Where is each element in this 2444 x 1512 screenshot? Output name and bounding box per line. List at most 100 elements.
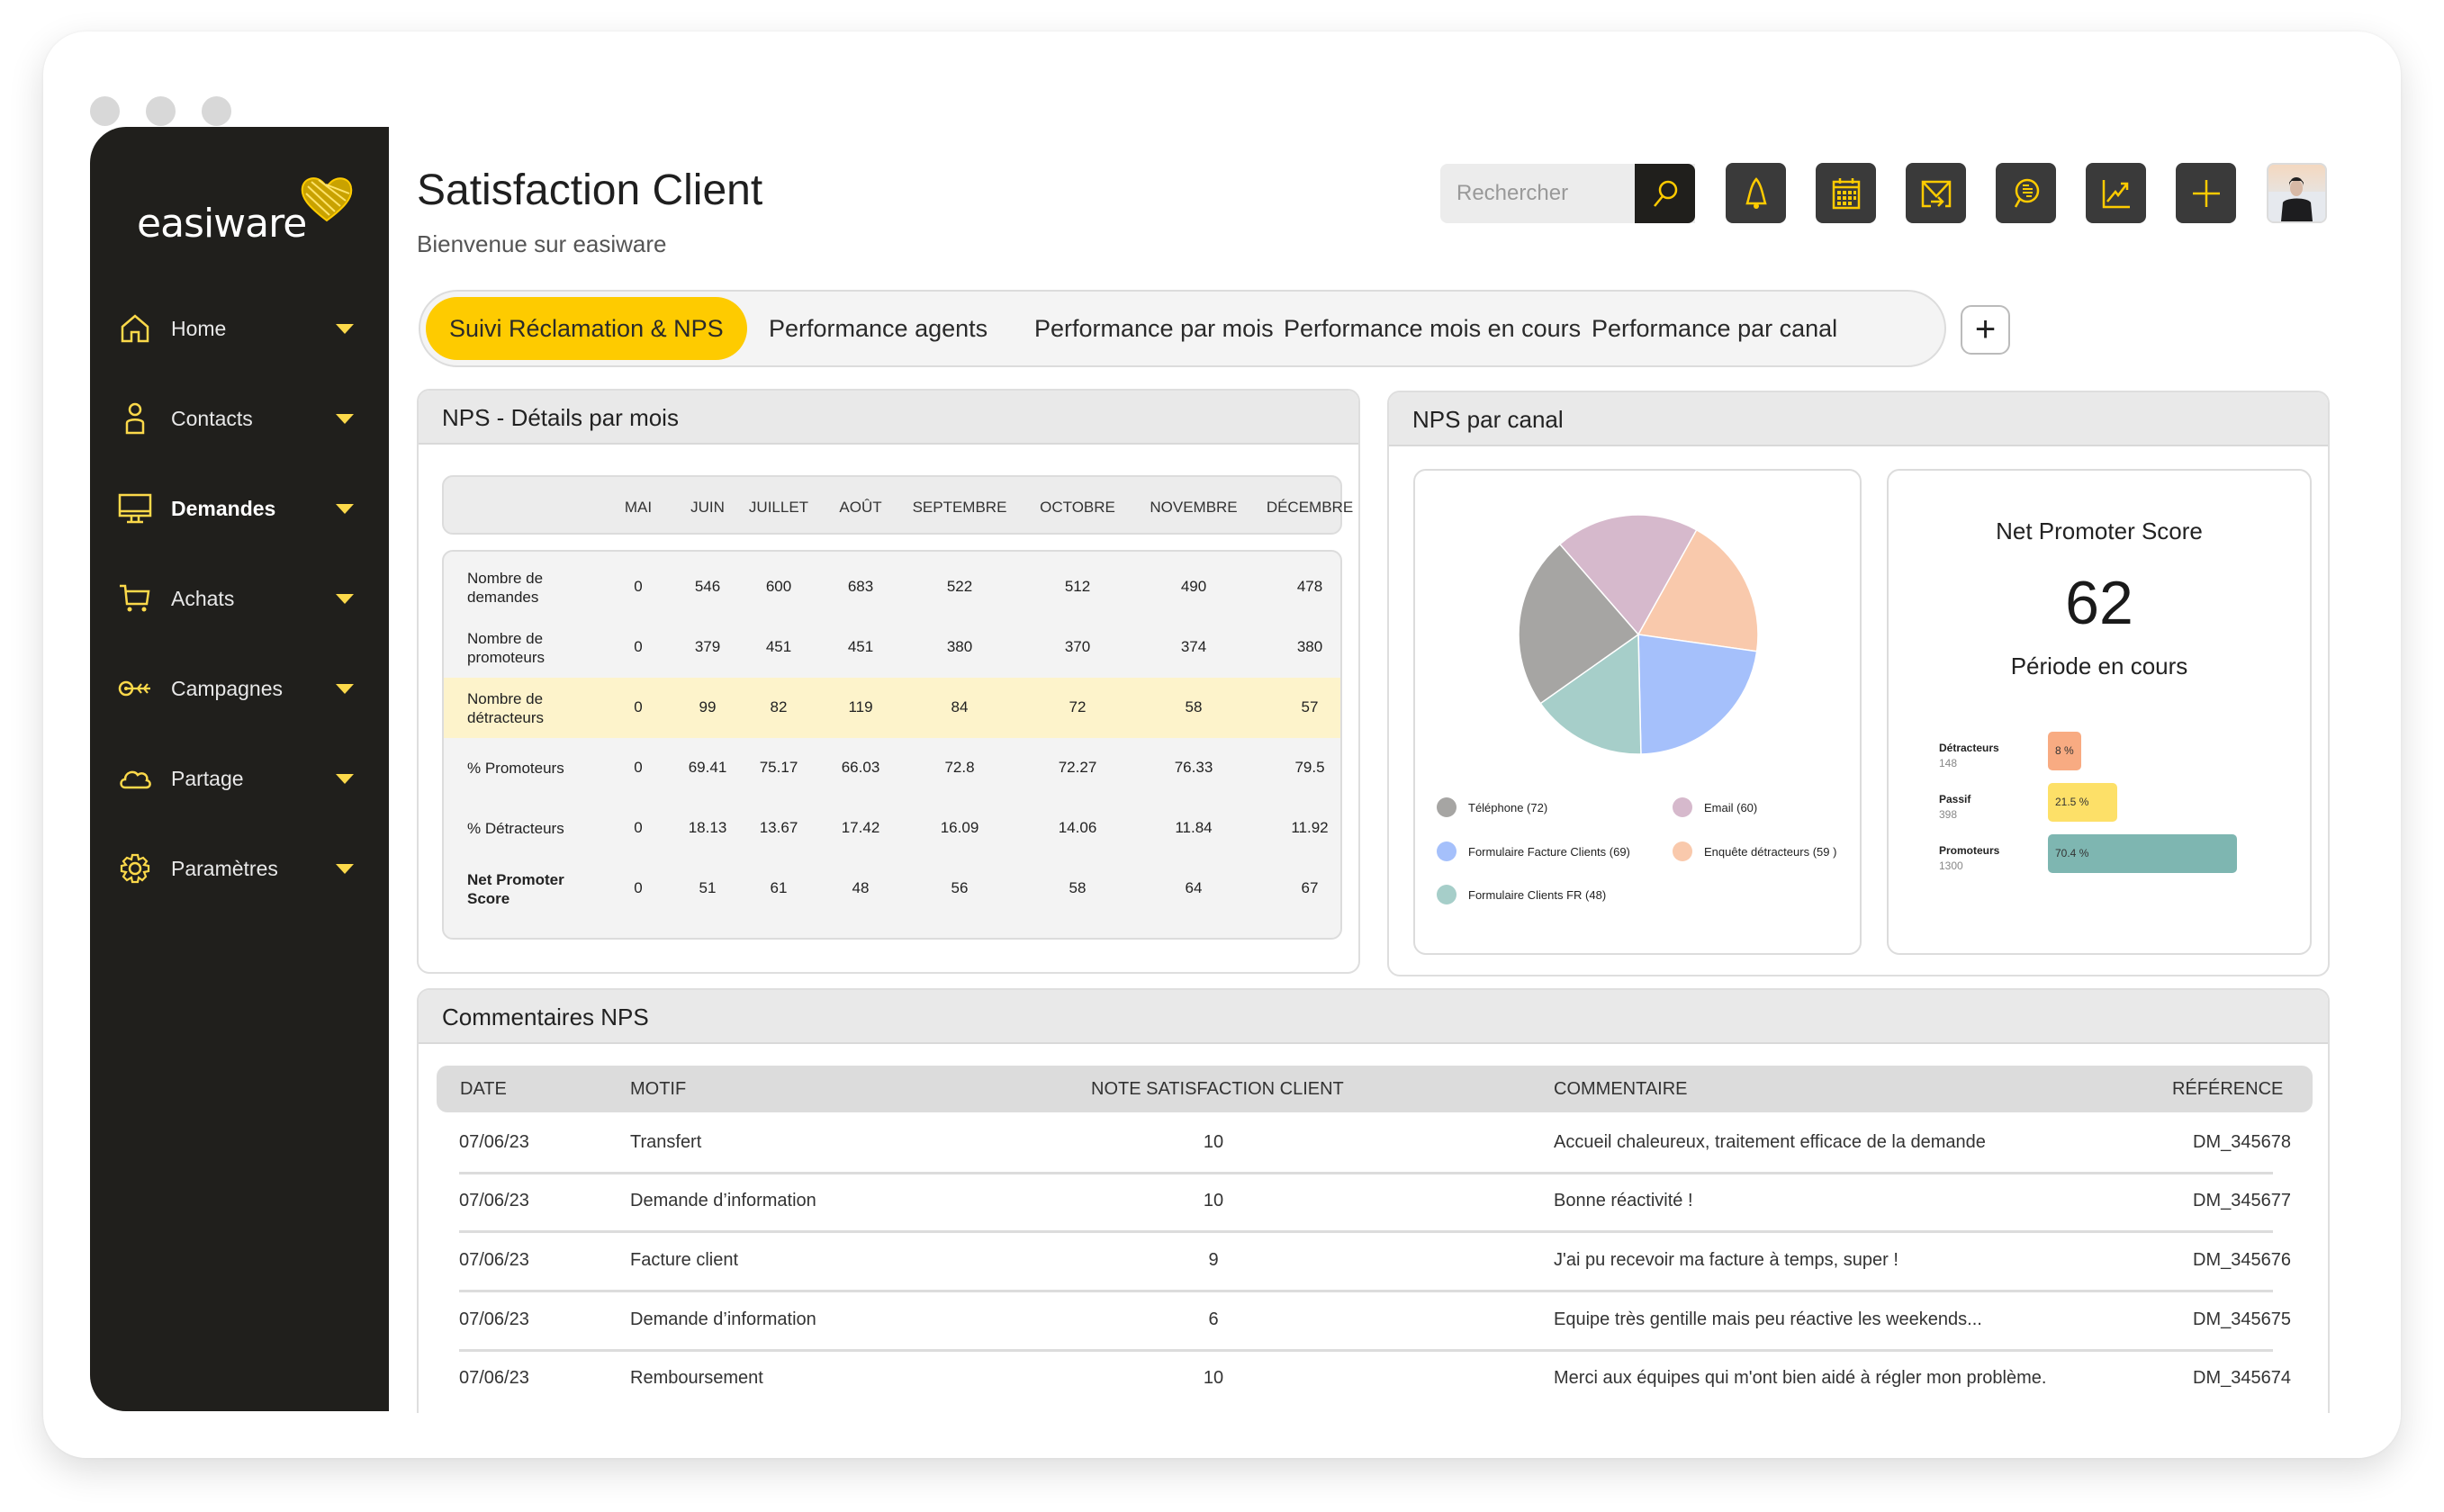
cell-note: 6 — [1208, 1310, 1218, 1330]
sidebar-item-partage[interactable]: Partage — [90, 742, 389, 814]
calendar-icon — [1831, 176, 1862, 211]
target-arrow-icon — [117, 670, 153, 706]
chevron-down-icon[interactable] — [336, 504, 354, 514]
table-cell: 58 — [1186, 698, 1203, 716]
cloud-icon — [117, 760, 153, 796]
sidebar-item-achats[interactable]: Achats — [90, 562, 389, 634]
table-cell: 75.17 — [760, 759, 798, 777]
cell-motif: Remboursement — [630, 1368, 763, 1389]
cell-reference[interactable]: DM_345678 — [2193, 1132, 2291, 1153]
legend-item-formulaire-facture: Formulaire Facture Clients (69) — [1437, 842, 1630, 861]
chart-trend-icon — [2100, 177, 2133, 210]
statistics-button[interactable] — [2086, 163, 2146, 223]
table-cell: 72 — [1069, 698, 1087, 716]
chat-button[interactable] — [1996, 163, 2056, 223]
column-header-commentaire[interactable]: COMMENTAIRE — [1554, 1079, 1688, 1100]
mail-button[interactable] — [1906, 163, 1966, 223]
bar-count: 398 — [1939, 808, 1957, 821]
column-header-motif[interactable]: MOTIF — [630, 1079, 686, 1100]
sidebar-item-campagnes[interactable]: Campagnes — [90, 652, 389, 724]
tab-suivi-reclamation-nps[interactable]: Suivi Réclamation & NPS — [426, 297, 747, 360]
table-cell: 0 — [634, 638, 642, 656]
table-cell: 683 — [848, 578, 873, 596]
chevron-down-icon[interactable] — [336, 414, 354, 424]
table-cell: 119 — [848, 698, 872, 716]
bar-count: 148 — [1939, 757, 1957, 770]
sidebar-item-label: Demandes — [171, 497, 275, 521]
notifications-button[interactable] — [1726, 163, 1786, 223]
chevron-down-icon[interactable] — [336, 594, 354, 604]
table-cell: 370 — [1065, 638, 1090, 656]
cell-reference[interactable]: DM_345674 — [2193, 1368, 2291, 1389]
window-dot-close[interactable] — [90, 96, 120, 126]
row-label-line: Net Promoter — [467, 870, 564, 889]
search-button[interactable] — [1635, 164, 1695, 223]
table-row: % Promoteurs069.4175.1766.0372.872.2776.… — [444, 738, 1342, 798]
table-row: Nombre dedemandes0546600683522512490478 — [444, 557, 1342, 617]
tab-performance-agents[interactable]: Performance agents — [769, 297, 988, 360]
table-cell: 380 — [947, 638, 972, 656]
chevron-down-icon[interactable] — [336, 684, 354, 694]
chevron-down-icon[interactable] — [336, 774, 354, 784]
row-label-line: Nombre de — [467, 569, 543, 588]
gear-icon — [117, 850, 153, 886]
window-dot-minimize[interactable] — [146, 96, 176, 126]
chevron-down-icon[interactable] — [336, 864, 354, 874]
legend-label: Email (60) — [1704, 801, 1757, 814]
table-cell: 380 — [1297, 638, 1322, 656]
cell-reference[interactable]: DM_345675 — [2193, 1310, 2291, 1330]
table-cell: 69.41 — [689, 759, 727, 777]
tab-performance-mois-en-cours[interactable]: Performance mois en cours — [1284, 297, 1581, 360]
cell-reference[interactable]: DM_345676 — [2193, 1250, 2291, 1271]
pie-chart — [1415, 471, 1863, 768]
column-header: OCTOBRE — [1040, 499, 1115, 517]
user-avatar[interactable] — [2267, 163, 2327, 223]
table-cell: 478 — [1297, 578, 1322, 596]
row-label-line: % Promoteurs — [467, 759, 564, 778]
row-label-line: Nombre de — [467, 629, 545, 648]
row-label-line: détracteurs — [467, 708, 544, 727]
legend-swatch — [1437, 842, 1456, 861]
calendar-button[interactable] — [1816, 163, 1876, 223]
sidebar-item-home[interactable]: Home — [90, 292, 389, 364]
table-cell: 72.27 — [1059, 759, 1097, 777]
sidebar-item-label: Home — [171, 317, 226, 341]
table-cell: 11.84 — [1175, 819, 1212, 837]
sidebar-item-label: Contacts — [171, 407, 253, 431]
cell-motif: Transfert — [630, 1132, 701, 1153]
sidebar-item-demandes[interactable]: Demandes — [90, 472, 389, 544]
cell-motif: Facture client — [630, 1250, 738, 1271]
add-button[interactable] — [2176, 163, 2236, 223]
add-tab-button[interactable]: + — [1961, 305, 2010, 355]
column-header-date[interactable]: DATE — [460, 1079, 507, 1100]
table-cell: 82 — [771, 698, 788, 716]
tab-performance-par-canal[interactable]: Performance par canal — [1592, 297, 1837, 360]
sidebar-item-parametres[interactable]: Paramètres — [90, 832, 389, 904]
table-cell: 76.33 — [1175, 759, 1213, 777]
bell-icon — [1741, 176, 1772, 211]
table-cell: 451 — [848, 638, 873, 656]
cell-reference[interactable]: DM_345677 — [2193, 1191, 2291, 1211]
sidebar-item-contacts[interactable]: Contacts — [90, 382, 389, 454]
table-row[interactable]: 07/06/23Remboursement10Merci aux équipes… — [419, 1359, 2327, 1413]
tab-performance-par-mois[interactable]: Performance par mois — [1034, 297, 1274, 360]
row-divider — [459, 1230, 2273, 1233]
window-dot-maximize[interactable] — [202, 96, 231, 126]
table-cell: 84 — [951, 698, 969, 716]
table-cell: 56 — [951, 879, 969, 897]
cell-commentaire: Accueil chaleureux, traitement efficace … — [1554, 1132, 1986, 1153]
column-header-reference[interactable]: RÉFÉRENCE — [2172, 1079, 2283, 1100]
row-divider — [459, 1290, 2273, 1292]
table-cell: 58 — [1069, 879, 1087, 897]
table-cell: 0 — [634, 578, 642, 596]
chevron-down-icon[interactable] — [336, 324, 354, 334]
table-cell: 57 — [1302, 698, 1319, 716]
column-header-note[interactable]: NOTE SATISFACTION CLIENT — [1091, 1079, 1344, 1100]
brand-logo[interactable]: easiware — [137, 174, 353, 255]
nps-score-value: 62 — [1889, 568, 2310, 638]
column-header: MAI — [625, 499, 652, 517]
table-row: Nombre depromoteurs037945145138037037438… — [444, 617, 1342, 678]
row-label-line: Nombre de — [467, 689, 544, 708]
nps-score-title: Net Promoter Score — [1889, 518, 2310, 545]
pie-slice-formulaire-facture-clients[interactable] — [1638, 634, 1757, 754]
